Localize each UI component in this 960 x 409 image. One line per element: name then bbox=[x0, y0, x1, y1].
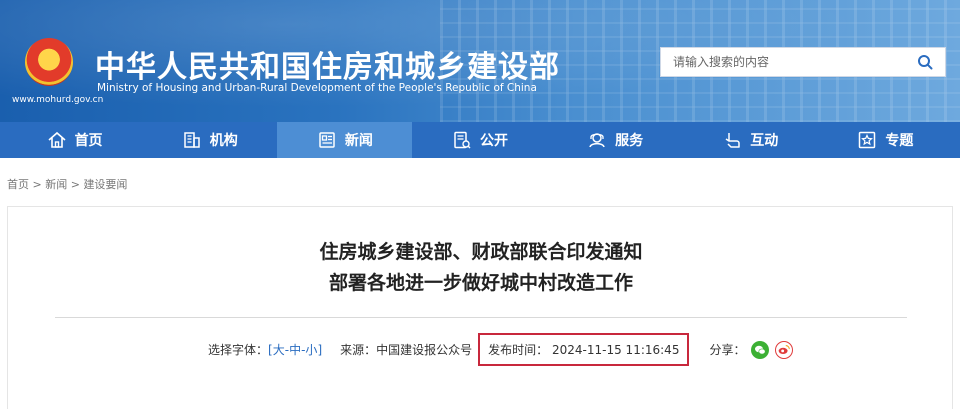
nav-item-disclosure[interactable]: 公开 bbox=[412, 122, 547, 158]
article-meta: 选择字体： [ 大 - 中 - 小 ] 来源： 中国建设报公众号 发布时间： 2… bbox=[208, 333, 794, 366]
nav-item-home[interactable]: 首页 bbox=[7, 122, 142, 158]
share-label: 分享： bbox=[709, 343, 746, 357]
search-input[interactable] bbox=[661, 48, 915, 76]
nav-item-interaction[interactable]: 互动 bbox=[683, 122, 818, 158]
search-icon[interactable] bbox=[917, 54, 933, 70]
wechat-share-icon[interactable] bbox=[751, 340, 770, 359]
breadcrumb-construction-news[interactable]: 建设要闻 bbox=[83, 178, 127, 191]
breadcrumb-separator: > bbox=[70, 178, 80, 191]
nav-item-label: 新闻 bbox=[344, 133, 373, 149]
breadcrumb-separator: > bbox=[32, 178, 42, 191]
font-size-small[interactable]: 小 bbox=[305, 341, 317, 358]
title-divider bbox=[55, 317, 907, 318]
nav-item-label: 公开 bbox=[479, 133, 508, 149]
publish-time-highlight: 发布时间： 2024-11-15 11:16:45 bbox=[478, 333, 690, 366]
article-title: 住房城乡建设部、财政部联合印发通知 部署各地进一步做好城中村改造工作 bbox=[8, 237, 954, 299]
news-icon bbox=[319, 132, 335, 148]
site-title[interactable]: 中华人民共和国住房和城乡建设部 bbox=[95, 42, 560, 86]
main-nav: 首页 机构 新闻 公开 服务 互动 专题 bbox=[0, 122, 960, 158]
font-size-label: 选择字体： bbox=[208, 343, 269, 357]
weibo-share-icon[interactable] bbox=[775, 340, 794, 359]
publish-time-value: 2024-11-15 11:16:45 bbox=[552, 343, 680, 357]
article-title-line2: 部署各地进一步做好城中村改造工作 bbox=[328, 272, 633, 294]
source-label: 来源： bbox=[340, 343, 377, 357]
site-header: www.mohurd.gov.cn 中华人民共和国住房和城乡建设部 Minist… bbox=[0, 0, 960, 122]
site-domain: www.mohurd.gov.cn bbox=[12, 95, 104, 105]
nav-item-label: 互动 bbox=[750, 133, 779, 149]
article-container: 住房城乡建设部、财政部联合印发通知 部署各地进一步做好城中村改造工作 选择字体：… bbox=[7, 206, 953, 409]
publish-time-label: 发布时间： bbox=[488, 343, 549, 357]
source-value: 中国建设报公众号 bbox=[376, 343, 473, 357]
national-emblem-icon[interactable] bbox=[25, 38, 73, 86]
nav-item-service[interactable]: 服务 bbox=[548, 122, 683, 158]
site-subtitle: Ministry of Housing and Urban-Rural Deve… bbox=[97, 82, 537, 94]
breadcrumb-home[interactable]: 首页 bbox=[7, 178, 29, 191]
topic-icon bbox=[859, 131, 876, 149]
interaction-icon bbox=[725, 133, 741, 148]
breadcrumb: 首页 > 新闻 > 建设要闻 bbox=[7, 176, 127, 192]
nav-item-label: 首页 bbox=[74, 133, 103, 149]
search-box bbox=[660, 47, 946, 77]
disclosure-icon bbox=[454, 131, 471, 149]
nav-item-organization[interactable]: 机构 bbox=[142, 122, 277, 158]
nav-item-label: 机构 bbox=[209, 133, 238, 149]
nav-item-label: 服务 bbox=[615, 133, 644, 149]
building-icon bbox=[183, 132, 200, 148]
nav-item-news[interactable]: 新闻 bbox=[277, 122, 413, 158]
bracket-close: ] bbox=[317, 342, 323, 357]
font-size-medium[interactable]: 中 bbox=[289, 341, 301, 358]
home-icon bbox=[48, 131, 66, 148]
article-title-line1: 住房城乡建设部、财政部联合印发通知 bbox=[319, 241, 643, 263]
breadcrumb-news[interactable]: 新闻 bbox=[45, 178, 67, 191]
nav-item-label: 专题 bbox=[885, 133, 914, 149]
font-size-large[interactable]: 大 bbox=[273, 341, 285, 358]
service-icon bbox=[589, 133, 605, 148]
nav-item-topic[interactable]: 专题 bbox=[818, 122, 953, 158]
